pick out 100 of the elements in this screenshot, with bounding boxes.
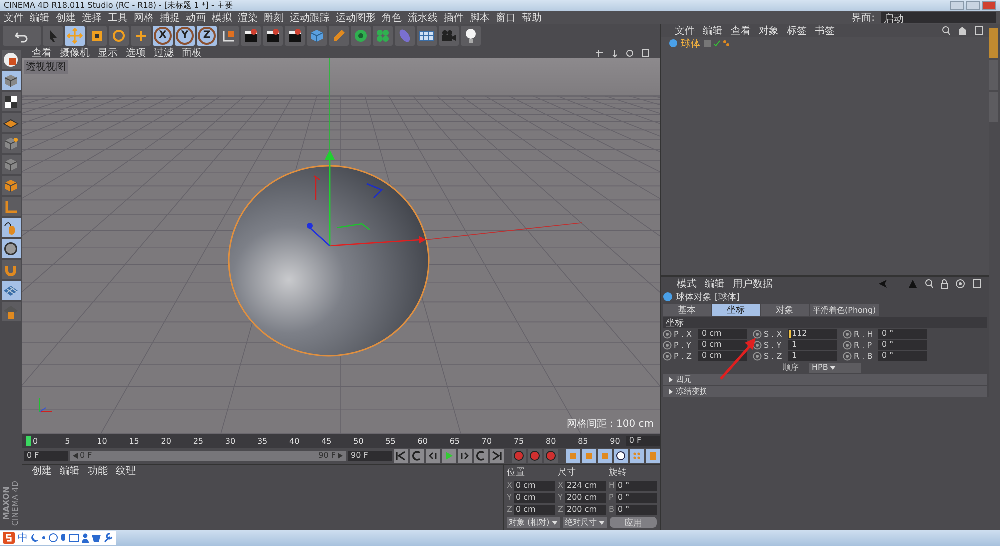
- menu-item[interactable]: 窗口: [496, 10, 516, 24]
- object-row[interactable]: 球体: [661, 37, 733, 50]
- menu-item[interactable]: 编辑: [703, 24, 723, 38]
- left-arrow-icon[interactable]: [73, 453, 78, 459]
- right-arrow-icon[interactable]: [338, 453, 343, 459]
- faces-mode-button[interactable]: [2, 176, 20, 195]
- current-frame-field[interactable]: 0 F: [626, 436, 660, 446]
- param-key-button[interactable]: [614, 449, 628, 463]
- light-tool-button[interactable]: [461, 26, 481, 46]
- edges-mode-button[interactable]: [2, 155, 20, 174]
- cube-mode-button[interactable]: [2, 71, 20, 90]
- animation-key-icon[interactable]: [843, 340, 852, 350]
- attribute-tab[interactable]: 坐标: [712, 304, 760, 316]
- pen-tool-button[interactable]: [329, 26, 349, 46]
- coords-tool-button[interactable]: [219, 26, 239, 46]
- menu-item[interactable]: 查看: [731, 24, 751, 38]
- moon-icon[interactable]: [31, 533, 39, 543]
- maximize-button[interactable]: [966, 1, 980, 10]
- previous-frame-button[interactable]: [426, 449, 440, 463]
- menu-item[interactable]: 创建: [32, 464, 52, 478]
- value-field[interactable]: 0 cm: [514, 505, 555, 515]
- size-mode-dropdown[interactable]: 绝对尺寸: [562, 517, 607, 528]
- axis-mode-button[interactable]: [2, 197, 20, 216]
- menu-item[interactable]: 编辑: [30, 10, 50, 24]
- viewport[interactable]: 透视视图 网格间距 : 100 cm: [22, 58, 660, 434]
- menu-item[interactable]: 工具: [108, 10, 128, 24]
- language-indicator[interactable]: 中: [18, 531, 28, 545]
- menu-item[interactable]: 创建: [56, 10, 76, 24]
- value-field[interactable]: 0 °: [616, 481, 657, 491]
- menu-item[interactable]: 功能: [88, 464, 108, 478]
- value-field[interactable]: 0 cm: [514, 493, 555, 503]
- mode-mode-button[interactable]: [2, 50, 20, 69]
- render-tool-button[interactable]: [263, 26, 283, 46]
- lock-mode-button[interactable]: [2, 302, 20, 321]
- y-axis-handle[interactable]: [325, 150, 335, 246]
- nurbs-tool-button[interactable]: [351, 26, 371, 46]
- keyframe-button[interactable]: [544, 449, 558, 463]
- shirt-icon[interactable]: [92, 533, 101, 543]
- wrench-icon[interactable]: [104, 533, 113, 543]
- menu-item[interactable]: 书签: [815, 24, 835, 38]
- panel-icon[interactable]: [973, 278, 981, 288]
- menu-item[interactable]: 帮助: [522, 10, 542, 24]
- menu-item[interactable]: 文件: [675, 24, 695, 38]
- back-arrow-icon[interactable]: [879, 278, 887, 288]
- points-mode-button[interactable]: [2, 134, 20, 153]
- snap-mode-button[interactable]: [2, 239, 20, 258]
- rotation-order-dropdown[interactable]: HPB: [809, 362, 861, 372]
- target-icon[interactable]: [956, 278, 965, 288]
- render-tool-button[interactable]: [241, 26, 261, 46]
- animation-key-icon[interactable]: [753, 330, 762, 338]
- panel-icon[interactable]: [975, 26, 983, 36]
- menu-item[interactable]: 运动图形: [336, 10, 376, 24]
- animation-key-icon[interactable]: [843, 352, 852, 360]
- value-field[interactable]: 112: [788, 329, 837, 339]
- menu-item[interactable]: 雕刻: [264, 10, 284, 24]
- orbit-icon[interactable]: [626, 48, 634, 58]
- value-field[interactable]: 1: [788, 351, 837, 361]
- up-arrow-icon[interactable]: [909, 278, 917, 288]
- value-field[interactable]: 0 cm: [698, 351, 747, 361]
- animation-key-icon[interactable]: [663, 340, 672, 350]
- scale-tool-button[interactable]: [87, 26, 107, 46]
- menu-item[interactable]: 文件: [4, 10, 24, 24]
- layout-dropdown[interactable]: 启动: [881, 12, 996, 23]
- animation-key-icon[interactable]: [663, 352, 672, 360]
- next-frame-button[interactable]: [458, 449, 472, 463]
- tweak-mode-button[interactable]: [2, 218, 20, 237]
- playhead-marker[interactable]: [26, 436, 31, 446]
- coordinate-mode-dropdown[interactable]: 对象 (相对): [507, 517, 560, 528]
- sphere-object[interactable]: [228, 165, 430, 357]
- lock-icon[interactable]: [941, 278, 948, 288]
- axis-tool-button[interactable]: X: [153, 26, 173, 46]
- value-field[interactable]: 200 cm: [565, 505, 606, 515]
- menu-item[interactable]: 查看: [32, 46, 52, 60]
- value-field[interactable]: 0 °: [616, 493, 657, 503]
- add-tool-button[interactable]: [131, 26, 151, 46]
- attribute-tab[interactable]: 基本: [663, 304, 711, 316]
- value-field[interactable]: 1: [788, 340, 837, 350]
- menu-item[interactable]: 摄像机: [60, 46, 90, 60]
- start-frame-field[interactable]: 0 F: [24, 451, 68, 461]
- value-field[interactable]: 0 °: [616, 505, 657, 515]
- value-field[interactable]: 0 °: [878, 340, 927, 350]
- menu-item[interactable]: 流水线: [408, 10, 438, 24]
- menu-item[interactable]: 模式: [677, 276, 697, 290]
- value-field[interactable]: 0 cm: [698, 329, 747, 339]
- menu-item[interactable]: 对象: [759, 24, 779, 38]
- search-icon[interactable]: [942, 26, 950, 36]
- menu-item[interactable]: 角色: [382, 10, 402, 24]
- loop-button[interactable]: [410, 449, 424, 463]
- menu-item[interactable]: 捕捉: [160, 10, 180, 24]
- menu-item[interactable]: 用户数据: [733, 276, 773, 290]
- menu-item[interactable]: 过滤: [154, 46, 174, 60]
- value-field[interactable]: 0 °: [878, 329, 927, 339]
- go-to-end-button[interactable]: [490, 449, 504, 463]
- menu-item[interactable]: 标签: [787, 24, 807, 38]
- value-field[interactable]: 0 cm: [698, 340, 747, 350]
- grid-mode-button[interactable]: [2, 281, 20, 300]
- animation-key-icon[interactable]: [753, 340, 762, 350]
- autokey-button[interactable]: [528, 449, 542, 463]
- animation-key-icon[interactable]: [843, 330, 852, 338]
- maximize-view-icon[interactable]: [642, 48, 650, 58]
